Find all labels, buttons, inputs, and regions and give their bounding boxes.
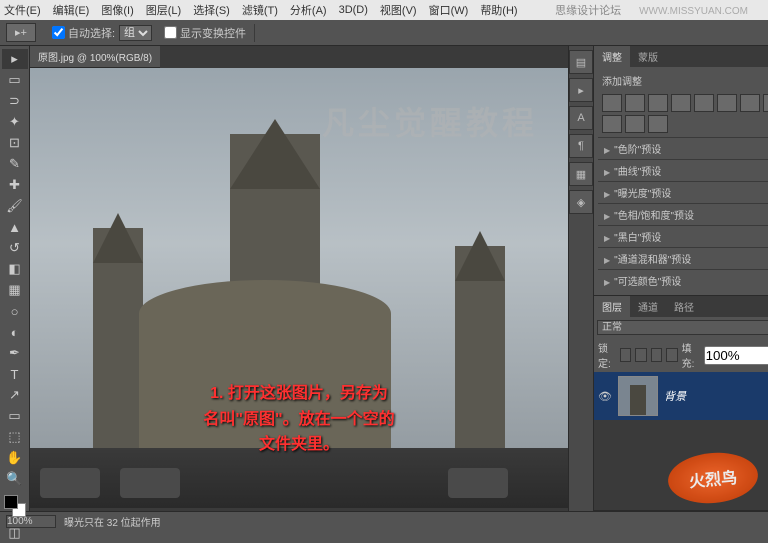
history-icon[interactable]: ▤ xyxy=(569,50,593,74)
lock-all-icon[interactable] xyxy=(666,348,677,362)
lasso-tool[interactable]: ⊃ xyxy=(2,91,28,111)
auto-select-dropdown[interactable]: 组 xyxy=(119,25,152,41)
styles-icon[interactable]: ◈ xyxy=(569,190,593,214)
menu-window[interactable]: 窗口(W) xyxy=(429,2,469,18)
lock-position-icon[interactable] xyxy=(651,348,662,362)
preset-levels[interactable]: "色阶"预设 xyxy=(598,137,768,159)
auto-select-label: 自动选择: xyxy=(68,25,115,41)
menu-select[interactable]: 选择(S) xyxy=(193,2,230,18)
canvas[interactable]: 凡尘觉醒教程 1. 打开这张图片，另存为 名叫"原图"。放在一个空的 文件夹里。 xyxy=(30,68,568,508)
menu-layer[interactable]: 图层(L) xyxy=(146,2,181,18)
actions-icon[interactable]: ▸ xyxy=(569,78,593,102)
layer-name: 背景 xyxy=(664,388,686,404)
move-tool[interactable]: ▸ xyxy=(2,49,28,69)
toolbox: ▸ ▭ ⊃ ✦ ⊡ ✎ ✚ 🖌 ▲ ↺ ◧ ▦ ○ ◐ ✒ T ↗ ▭ ⬚ ✋ … xyxy=(0,46,30,511)
colorbal-icon[interactable] xyxy=(740,94,760,112)
menu-edit[interactable]: 编辑(E) xyxy=(53,2,90,18)
levels-icon[interactable] xyxy=(625,94,645,112)
adjustments-panel: 调整 蒙版 添加调整 xyxy=(594,46,768,296)
dodge-tool[interactable]: ◐ xyxy=(2,322,28,342)
fill-label: 填充: xyxy=(682,340,700,370)
layer-row[interactable]: 👁 背景 xyxy=(594,372,768,420)
menu-file[interactable]: 文件(E) xyxy=(4,2,41,18)
eraser-tool[interactable]: ◧ xyxy=(2,259,28,279)
menu-analysis[interactable]: 分析(A) xyxy=(290,2,327,18)
menu-help[interactable]: 帮助(H) xyxy=(480,2,517,18)
shape-tool[interactable]: ▭ xyxy=(2,406,28,426)
lock-label: 锁定: xyxy=(598,340,616,370)
instruction-text: 1. 打开这张图片，另存为 名叫"原图"。放在一个空的 文件夹里。 xyxy=(203,381,394,458)
path-tool[interactable]: ↗ xyxy=(2,385,28,405)
show-transform-label: 显示变换控件 xyxy=(180,25,246,41)
fill-input[interactable] xyxy=(704,346,768,365)
preset-bw[interactable]: "黑白"预设 xyxy=(598,225,768,247)
brightness-icon[interactable] xyxy=(602,94,622,112)
selective-color-icon[interactable] xyxy=(648,115,668,133)
gradient-map-icon[interactable] xyxy=(625,115,645,133)
preset-hue[interactable]: "色相/饱和度"预设 xyxy=(598,203,768,225)
lock-pixels-icon[interactable] xyxy=(635,348,646,362)
options-bar: ▸+ 自动选择: 组 显示变换控件 xyxy=(0,20,768,46)
preset-curves[interactable]: "曲线"预设 xyxy=(598,159,768,181)
layers-tab[interactable]: 图层 xyxy=(594,296,630,317)
adjustments-tab[interactable]: 调整 xyxy=(594,46,630,67)
pen-tool[interactable]: ✒ xyxy=(2,343,28,363)
char-icon[interactable]: A xyxy=(569,106,593,130)
menu-image[interactable]: 图像(I) xyxy=(101,2,133,18)
lock-transparent-icon[interactable] xyxy=(620,348,631,362)
swatches-icon[interactable]: ▦ xyxy=(569,162,593,186)
channels-tab[interactable]: 通道 xyxy=(630,296,666,317)
layer-thumbnail[interactable] xyxy=(618,376,658,416)
brush-tool[interactable]: 🖌 xyxy=(2,196,28,216)
heal-tool[interactable]: ✚ xyxy=(2,175,28,195)
visibility-icon[interactable]: 👁 xyxy=(598,390,612,403)
color-swatch[interactable] xyxy=(4,495,26,517)
menu-3d[interactable]: 3D(D) xyxy=(339,4,368,16)
gradient-tool[interactable]: ▦ xyxy=(2,280,28,300)
marquee-tool[interactable]: ▭ xyxy=(2,70,28,90)
hue-icon[interactable] xyxy=(717,94,737,112)
blur-tool[interactable]: ○ xyxy=(2,301,28,321)
right-dock: ▤ ▸ A ¶ ▦ ◈ 调整 蒙版 添加调整 xyxy=(568,46,768,511)
curves-icon[interactable] xyxy=(648,94,668,112)
watermark-text: 凡尘觉醒教程 xyxy=(322,98,538,144)
eyedropper-tool[interactable]: ✎ xyxy=(2,154,28,174)
threshold-icon[interactable] xyxy=(602,115,622,133)
auto-select-checkbox[interactable] xyxy=(52,26,65,39)
status-info: 曝光只在 32 位起作用 xyxy=(64,514,161,529)
history-brush-tool[interactable]: ↺ xyxy=(2,238,28,258)
type-tool[interactable]: T xyxy=(2,364,28,384)
document-tab[interactable]: 原图.jpg @ 100%(RGB/8) xyxy=(30,46,160,68)
hand-tool[interactable]: ✋ xyxy=(2,448,28,468)
collapsed-panels: ▤ ▸ A ¶ ▦ ◈ xyxy=(569,46,594,511)
status-bar: 曝光只在 32 位起作用 xyxy=(0,511,768,531)
menu-bar: 文件(E) 编辑(E) 图像(I) 图层(L) 选择(S) 滤镜(T) 分析(A… xyxy=(0,0,768,20)
preset-list: "色阶"预设 "曲线"预设 "曝光度"预设 "色相/饱和度"预设 "黑白"预设 … xyxy=(598,137,768,291)
exposure-icon[interactable] xyxy=(671,94,691,112)
brand-label: 思缘设计论坛WWW.MISSYUAN.COM xyxy=(555,2,760,18)
preset-selective[interactable]: "可选颜色"预设 xyxy=(598,269,768,291)
3d-tool[interactable]: ⬚ xyxy=(2,427,28,447)
vibrance-icon[interactable] xyxy=(694,94,714,112)
menu-view[interactable]: 视图(V) xyxy=(380,2,417,18)
show-transform-checkbox[interactable] xyxy=(164,26,177,39)
preset-channel[interactable]: "通道混和器"预设 xyxy=(598,247,768,269)
menu-filter[interactable]: 滤镜(T) xyxy=(242,2,278,18)
para-icon[interactable]: ¶ xyxy=(569,134,593,158)
canvas-area: 原图.jpg @ 100%(RGB/8) 凡尘觉醒教程 1. 打开这张图片，另存… xyxy=(30,46,568,511)
paths-tab[interactable]: 路径 xyxy=(666,296,702,317)
blend-mode-dropdown[interactable]: 正常 xyxy=(597,320,768,335)
crop-tool[interactable]: ⊡ xyxy=(2,133,28,153)
preset-exposure[interactable]: "曝光度"预设 xyxy=(598,181,768,203)
zoom-tool[interactable]: 🔍 xyxy=(2,469,28,489)
bw-icon[interactable] xyxy=(763,94,768,112)
move-tool-icon[interactable]: ▸+ xyxy=(6,23,36,42)
masks-tab[interactable]: 蒙版 xyxy=(630,46,666,67)
add-adjustment-label: 添加调整 xyxy=(598,71,768,90)
wand-tool[interactable]: ✦ xyxy=(2,112,28,132)
stamp-tool[interactable]: ▲ xyxy=(2,217,28,237)
